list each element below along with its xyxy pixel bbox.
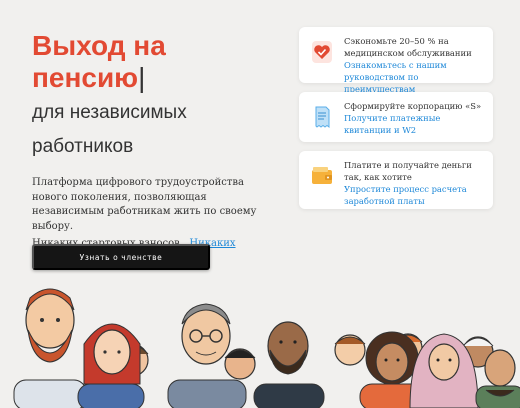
benefit-card-payments[interactable]: Платите и получайте деньги так, как хоти…: [299, 151, 493, 209]
intro-text: Платформа цифрового трудоустройства ново…: [32, 177, 257, 232]
typing-cursor: |: [138, 62, 146, 93]
membership-button[interactable]: Узнать о членстве: [32, 244, 210, 270]
person-back-3: [334, 334, 366, 366]
benefits-guide-link[interactable]: Ознакомьтесь с нашим руководством по пре…: [344, 59, 485, 95]
hero-subtitle-line2: работников: [32, 136, 134, 157]
hero-title-line1: Выход на: [32, 30, 166, 61]
hero: Выход на пенсию| для независимых работни…: [32, 30, 262, 265]
benefit-card-corporation[interactable]: Сформируйте корпорацию «S» Получите плат…: [299, 92, 493, 142]
person-woman-red-hair: [77, 323, 145, 408]
receipt-icon: [309, 104, 335, 130]
hero-title-line2: пенсию: [32, 62, 139, 93]
people-illustration: [13, 288, 520, 408]
person-back-2: [224, 348, 256, 380]
hero-subtitle: для независимых работников: [32, 96, 262, 164]
payroll-receipts-link[interactable]: Получите платежные квитанции и W2: [344, 112, 485, 136]
person-man-dark-beard: [253, 321, 325, 408]
wallet-icon: [309, 163, 335, 189]
card-title-payments: Платите и получайте деньги так, как хоти…: [344, 160, 472, 182]
card-title-health: Сэкономьте 20–50 % на медицинском обслуж…: [344, 36, 472, 58]
benefit-card-health[interactable]: Сэкономьте 20–50 % на медицинском обслуж…: [299, 27, 493, 94]
hero-subtitle-line1: для независимых: [32, 102, 187, 123]
person-bearded-man: [13, 288, 87, 408]
card-title-corporation: Сформируйте корпорацию «S»: [344, 101, 482, 111]
hero-title: Выход на пенсию|: [32, 30, 262, 94]
simplify-payroll-link[interactable]: Упростите процесс расчета заработной пла…: [344, 183, 485, 207]
heart-shield-icon: [309, 39, 335, 65]
